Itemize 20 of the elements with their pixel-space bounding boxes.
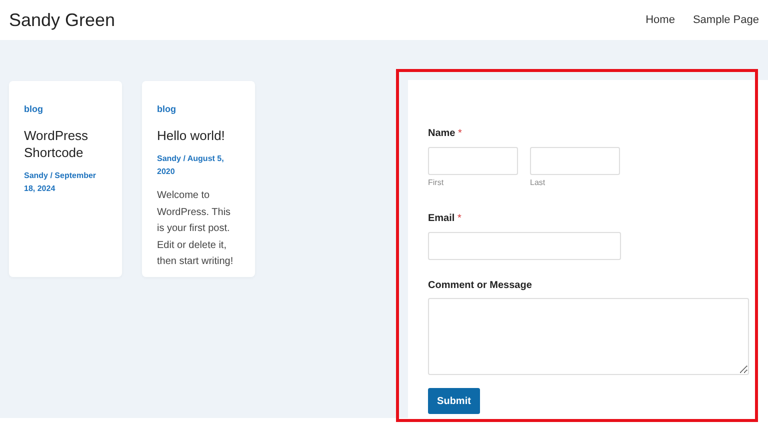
site-title[interactable]: Sandy Green: [9, 10, 116, 30]
field-sublabel: Last: [530, 178, 546, 187]
post-title[interactable]: Hello world!: [157, 127, 239, 144]
post-excerpt: Welcome to WordPress. This is your first post. Edit or delete it, then start writing!: [157, 189, 234, 269]
message-field[interactable]: [428, 298, 749, 375]
input-field[interactable]: [428, 232, 621, 260]
input-field[interactable]: [530, 147, 620, 175]
category-link[interactable]: blog: [157, 104, 176, 114]
post-title[interactable]: WordPress Shortcode: [24, 127, 106, 161]
field-sublabel: First: [428, 178, 444, 187]
nav-link[interactable]: Sample Page: [692, 14, 759, 26]
nav-link[interactable]: Home: [646, 14, 675, 26]
field-label: Comment or Message: [428, 280, 533, 291]
post-meta: Sandy / September 18, 2024: [24, 170, 98, 195]
input-field[interactable]: [428, 147, 518, 175]
category-link[interactable]: blog: [24, 104, 43, 114]
post-meta: Sandy / August 5, 2020: [157, 153, 225, 178]
field-label: Email *: [428, 213, 462, 224]
submit-button[interactable]: Submit: [428, 388, 480, 414]
field-label: Name *: [428, 128, 463, 139]
